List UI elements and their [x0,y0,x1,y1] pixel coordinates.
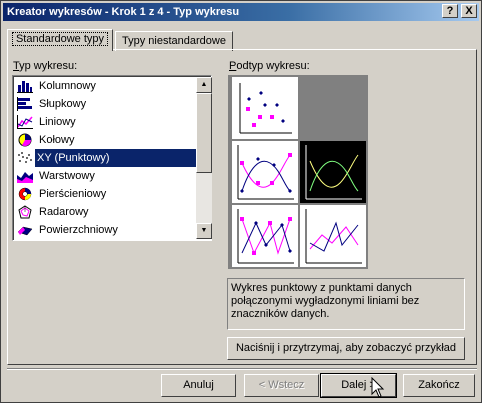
doughnut-chart-icon [18,187,32,201]
radar-chart-icon [18,205,32,219]
chart-type-label: Typ wykresu: [13,60,77,72]
bar-chart-icon [17,97,32,111]
chart-subtype-label-text: odtyp wykresu: [236,60,310,72]
scroll-down-button[interactable]: ▼ [196,223,212,239]
straight-lines-no-markers-icon [305,209,362,264]
smoothed-lines-markers-icon [237,145,294,200]
list-item-label: XY (Punktowy) [35,149,197,167]
preview-sample-label: Naciśnij i przytrzymaj, aby zobaczyć prz… [235,342,457,354]
list-item-pie[interactable]: Kołowy [15,131,195,149]
preview-sample-button[interactable]: Naciśnij i przytrzymaj, aby zobaczyć prz… [227,337,465,360]
list-item-area[interactable]: Warstwowy [15,167,195,185]
close-button[interactable]: X [461,4,477,18]
list-item-label: Liniowy [39,116,76,128]
scatter-chart-icon [18,152,32,163]
scroll-down-icon: ▼ [200,227,208,234]
smoothed-lines-no-markers-icon [305,145,362,200]
list-item-label: Powierzchniowy [39,224,118,236]
cancel-button[interactable]: Anuluj [161,374,236,397]
cancel-label: Anuluj [183,379,214,391]
tab-label: Typy niestandardowe [122,35,226,47]
list-item-label: Słupkowy [39,98,87,110]
list-item-label: Radarowy [39,206,89,218]
help-icon: ? [446,5,454,17]
subtype-description: Wykres punktowy z punktami danych połącz… [227,278,465,330]
scatter-markers-icon [239,83,292,134]
scroll-up-icon: ▲ [200,81,208,88]
chart-type-list-scrollbar[interactable]: ▲ ▼ [196,77,212,239]
line-chart-icon [17,115,33,129]
list-item-label: Warstwowy [39,170,95,182]
mouse-cursor-icon [371,377,385,398]
list-item-scatter[interactable]: XY (Punktowy) [15,149,197,167]
close-icon: X [465,5,473,17]
scrollbar-thumb[interactable] [196,93,212,173]
tab-label: Standardowe typy [11,32,109,46]
subtype-straight-lines-markers[interactable] [232,205,298,267]
scroll-up-button[interactable]: ▲ [196,77,212,93]
back-button[interactable]: < Wstecz [244,374,319,397]
chart-type-label-text: yp wykresu: [19,60,78,72]
pie-chart-icon [18,133,32,147]
list-item-column[interactable]: Kolumnowy [15,77,195,95]
tab-standard-types[interactable]: Standardowe typy [7,29,113,51]
list-item-bar[interactable]: Słupkowy [15,95,195,113]
subtype-scatter-markers[interactable] [232,77,298,139]
title-bar: Kreator wykresów - Krok 1 z 4 - Typ wykr… [3,3,479,21]
list-item-doughnut[interactable]: Pierścieniowy [15,185,195,203]
separator [7,368,477,370]
subtype-straight-lines-no-markers[interactable] [300,205,366,267]
window-title: Kreator wykresów - Krok 1 z 4 - Typ wykr… [7,6,240,18]
chart-wizard-dialog: Kreator wykresów - Krok 1 z 4 - Typ wykr… [0,0,482,403]
finish-label: Zakończ [418,379,460,391]
help-button[interactable]: ? [442,4,458,18]
chart-type-list[interactable]: Kolumnowy Słupkowy Liniowy Kołowy XY (Pu… [12,75,212,241]
surface-chart-icon [17,226,33,236]
list-item-label: Kolumnowy [39,80,96,92]
chart-subtype-label: Podtyp wykresu: [229,60,310,72]
list-item-label: Pierścieniowy [39,188,107,200]
chart-subtype-grid [228,75,368,269]
list-item-surface[interactable]: Powierzchniowy [15,221,195,239]
tab-custom-types[interactable]: Typy niestandardowe [115,31,233,51]
finish-button[interactable]: Zakończ [403,374,475,397]
straight-lines-markers-icon [237,209,294,264]
column-chart-icon [17,81,33,93]
list-item-label: Kołowy [39,134,75,146]
back-label: < Wstecz [258,379,305,391]
subtype-smoothed-lines-no-markers[interactable] [300,141,366,203]
list-item-radar[interactable]: Radarowy [15,203,195,221]
list-item-line[interactable]: Liniowy [15,113,195,131]
area-chart-icon [17,172,33,183]
subtype-smoothed-lines-markers[interactable] [232,141,298,203]
